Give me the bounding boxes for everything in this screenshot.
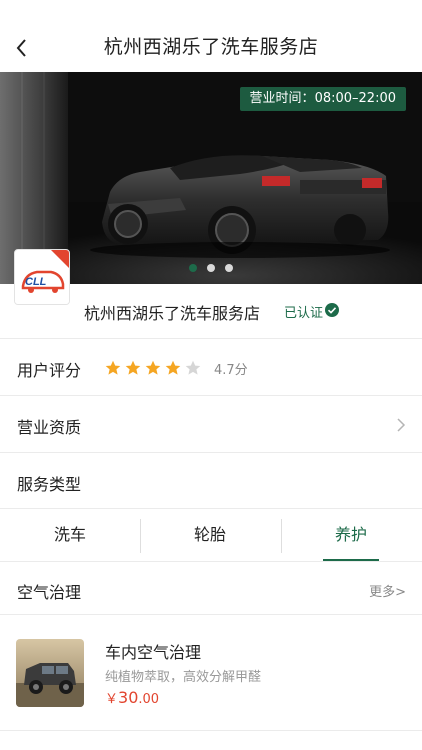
- store-name: 杭州西湖乐了洗车服务店: [84, 304, 261, 323]
- star-icon: [145, 360, 161, 375]
- store-logo: CLL: [14, 249, 70, 305]
- carousel-dot[interactable]: [189, 264, 197, 272]
- price-currency: ￥: [105, 692, 119, 707]
- hours-value: 08:00–22:00: [314, 91, 396, 106]
- rating-score: 4.7分: [214, 363, 248, 378]
- service-types-row: 服务类型: [0, 453, 422, 509]
- tab-wash[interactable]: 洗车: [0, 509, 140, 562]
- suv-photo: [16, 639, 84, 707]
- page-title: 杭州西湖乐了洗车服务店: [103, 36, 319, 58]
- list-item[interactable]: 车内空气治理 纯植物萃取，高效分解甲醛 ￥30.00: [0, 615, 422, 731]
- section-title: 空气治理: [17, 583, 82, 602]
- tab-maintenance[interactable]: 养护: [281, 509, 421, 562]
- svg-text:CLL: CLL: [25, 276, 47, 288]
- chevron-right-icon: [397, 418, 406, 432]
- carousel-dot[interactable]: [225, 264, 233, 272]
- service-title: 车内空气治理: [105, 643, 202, 662]
- service-description: 纯植物萃取，高效分解甲醛: [105, 670, 262, 685]
- section-header: 空气治理 更多>: [0, 562, 422, 615]
- active-tab-indicator: [323, 559, 379, 561]
- service-price: ￥30.00: [105, 688, 159, 707]
- star-icon: [165, 360, 181, 375]
- carousel-dot[interactable]: [207, 264, 215, 272]
- service-thumbnail: [16, 639, 84, 707]
- service-types-label: 服务类型: [17, 475, 82, 494]
- verified-label: 已认证: [284, 306, 324, 321]
- star-icon: [125, 360, 141, 375]
- nav-bar: 杭州西湖乐了洗车服务店: [0, 0, 422, 72]
- star-icon: [105, 360, 121, 375]
- rating-label: 用户评分: [17, 361, 82, 380]
- price-integer: 30: [118, 688, 139, 707]
- license-label: 营业资质: [17, 418, 82, 437]
- business-license-row[interactable]: 营业资质: [0, 396, 422, 453]
- star-icon: [185, 360, 201, 375]
- business-hours-badge: 营业时间：08:00–22:00: [239, 87, 406, 111]
- rating-row: 用户评分 4.7分: [0, 339, 422, 396]
- store-logo-image: CLL: [15, 250, 69, 304]
- service-tabs: 洗车 轮胎 养护: [0, 509, 422, 562]
- price-decimal: .00: [138, 692, 160, 707]
- more-link[interactable]: 更多>: [369, 581, 406, 600]
- hours-label: 营业时间：: [249, 91, 315, 106]
- tab-tires[interactable]: 轮胎: [140, 509, 280, 562]
- check-circle-icon: [325, 303, 339, 317]
